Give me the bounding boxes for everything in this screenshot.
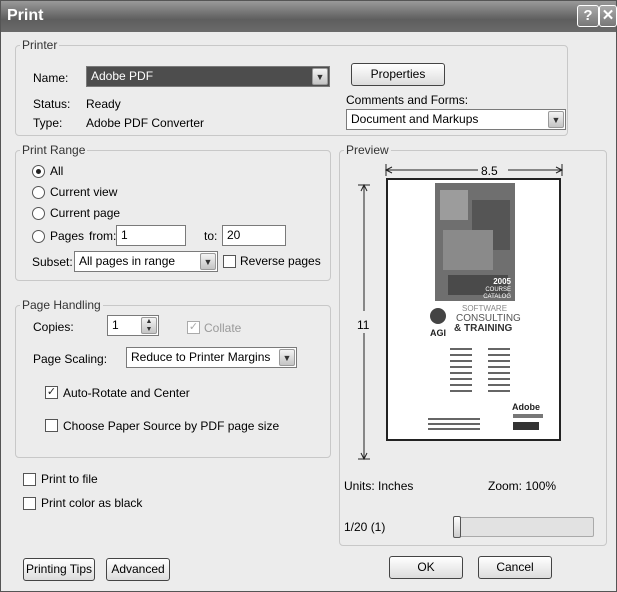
preview-height-value: 11 [357,318,370,332]
title-bar: Print ? ✕ [1,1,617,32]
radio-current-view[interactable] [32,186,45,199]
preview-width-value: 8.5 [481,164,498,178]
auto-rotate-checkbox[interactable]: ✓ [45,386,58,399]
printer-group-label: Printer [22,38,58,52]
radio-pages[interactable] [32,230,45,243]
subset-label: Subset: [32,255,73,269]
brand-line1: SOFTWARE [462,304,507,313]
properties-button[interactable]: Properties [351,63,445,86]
paper-source-label: Choose Paper Source by PDF page size [63,419,280,433]
close-icon: ✕ [601,7,615,24]
units-text: Units: Inches [344,479,414,493]
zoom-text: Zoom: 100% [488,479,557,493]
auto-rotate-label: Auto-Rotate and Center [63,386,190,400]
chevron-down-icon: ▼ [548,111,564,128]
printer-name-dropdown[interactable]: Adobe PDF ▼ [86,66,330,87]
radio-pages-label: Pages [50,229,85,243]
brand-line3: & TRAINING [454,323,513,334]
radio-current-page-label: Current page [50,206,121,220]
print-dialog: Print ? ✕ Printer Name: Adobe PDF ▼ Stat… [0,0,617,592]
copies-value: 1 [112,318,119,332]
comments-forms-dropdown[interactable]: Document and Markups ▼ [346,109,566,130]
print-color-black-checkbox[interactable] [23,497,36,510]
catalog-line1: COURSE [485,287,511,293]
pages-to-value: 20 [227,228,241,242]
page-scaling-value: Reduce to Printer Margins [131,350,271,364]
printer-status-value: Ready [86,97,121,111]
catalog-year: 2005 [493,277,511,286]
print-color-black-label: Print color as black [41,496,143,510]
print-to-file-checkbox[interactable] [23,473,36,486]
copies-label: Copies: [33,320,74,334]
print-to-file-label: Print to file [41,472,98,486]
reverse-pages-label: Reverse pages [240,254,321,268]
printer-name-label: Name: [33,71,69,85]
paper-source-checkbox[interactable] [45,419,58,432]
reverse-pages-checkbox[interactable] [223,255,236,268]
page-scaling-dropdown[interactable]: Reduce to Printer Margins ▼ [126,347,297,368]
page-indicator: 1/20 (1) [344,520,386,534]
page-slider-track[interactable] [454,517,594,537]
comments-forms-value: Document and Markups [351,112,479,126]
pages-to-label: to: [204,229,218,243]
radio-all[interactable] [32,165,45,178]
adobe-logo-text: Adobe [512,402,540,412]
agi-logo-text: AGI [430,328,446,338]
printing-tips-button[interactable]: Printing Tips [23,558,95,581]
radio-current-page[interactable] [32,207,45,220]
cancel-button[interactable]: Cancel [478,556,552,579]
copies-stepper[interactable]: 1 ▲ ▼ [107,315,159,336]
catalog-line2: CATALOG [483,294,511,300]
radio-current-view-label: Current view [50,185,118,199]
chevron-down-icon: ▼ [312,68,328,85]
chevron-down-icon: ▼ [200,253,216,270]
preview-group-label: Preview [346,143,389,157]
preview-page-thumbnail: 2005 COURSE CATALOG AGI SOFTWARE CONSULT… [386,178,561,441]
page-slider-thumb[interactable] [453,516,461,538]
ok-button[interactable]: OK [389,556,463,579]
comments-forms-label: Comments and Forms: [346,93,469,107]
chevron-down-icon: ▼ [279,349,295,366]
page-handling-group-label: Page Handling [22,298,101,312]
print-range-group-label: Print Range [22,143,86,157]
printer-type-value: Adobe PDF Converter [86,116,205,130]
printer-status-label: Status: [33,97,71,111]
width-dimension-line [384,164,564,176]
collate-label: Collate [204,321,242,335]
help-icon: ? [583,7,593,24]
page-scaling-label: Page Scaling: [33,352,108,366]
subset-value: All pages in range [79,254,176,268]
pages-from-label: from: [89,229,117,243]
pages-from-input[interactable]: 1 [116,225,186,246]
stepper-arrows-icon[interactable]: ▲ ▼ [141,317,157,334]
pages-to-input[interactable]: 20 [222,225,286,246]
collate-checkbox[interactable]: ✓ [187,321,200,334]
help-button[interactable]: ? [577,5,599,27]
pages-from-value: 1 [121,228,128,242]
printer-name-value: Adobe PDF [91,69,154,83]
printer-type-label: Type: [33,116,63,130]
radio-all-label: All [50,164,64,178]
subset-dropdown[interactable]: All pages in range ▼ [74,251,218,272]
advanced-button[interactable]: Advanced [106,558,170,581]
close-button[interactable]: ✕ [599,5,617,27]
window-title: Print [7,7,44,24]
catalog-cover-image: 2005 COURSE CATALOG AGI SOFTWARE CONSULT… [428,183,543,430]
